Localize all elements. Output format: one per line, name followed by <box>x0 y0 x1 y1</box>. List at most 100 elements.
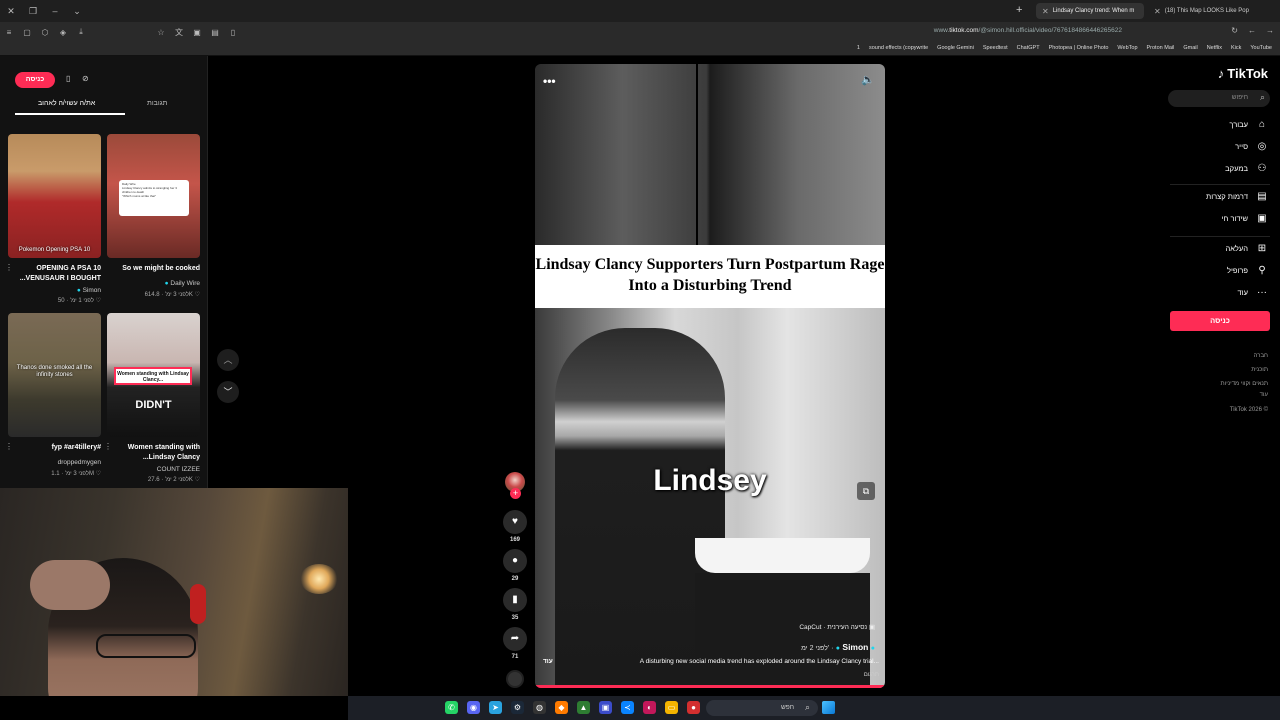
video-author[interactable]: ● Daily Wire <box>165 280 200 287</box>
verified-icon: ● <box>164 280 169 287</box>
forward-icon[interactable]: → <box>1266 26 1274 35</box>
tab-youtube[interactable]: ✕ (18) This Map LOOKS Like Pop <box>1148 3 1258 19</box>
bookmark-item[interactable]: Google Gemini <box>937 45 974 51</box>
video-thumbnail[interactable]: Women standing with Lindsay Clancy... DI… <box>107 313 200 437</box>
bookmark-item[interactable]: Photopea | Online Photo <box>1049 45 1109 51</box>
close-tab-icon[interactable]: ✕ <box>1154 7 1161 16</box>
nav-following[interactable]: במעקב ⚇ <box>1225 163 1268 174</box>
bookmark-item[interactable]: WebTop <box>1117 45 1137 51</box>
video-thumbnail[interactable]: Daily Wire Lindsay Clancy admits to stran… <box>107 134 200 258</box>
shield-icon[interactable]: ◈ <box>54 28 72 37</box>
bookmark-item[interactable]: sound effects (copywrite <box>869 45 928 51</box>
save-button[interactable]: ▮ <box>503 588 527 612</box>
settings-icon[interactable]: ⊘ <box>82 74 89 83</box>
video-title[interactable]: Women standing with ...Lindsay Clancy <box>107 443 200 463</box>
video-title[interactable]: So we might be cooked <box>107 264 200 274</box>
download-icon[interactable]: ⤓ <box>72 27 90 37</box>
device-icon[interactable]: ▯ <box>66 74 70 83</box>
recorder-icon[interactable]: ● <box>687 701 700 714</box>
video-author[interactable]: לפני 2 ימ' · ● Simon ● <box>801 642 875 652</box>
file-explorer-icon[interactable]: ▭ <box>665 701 678 714</box>
description-more-link[interactable]: עוד <box>543 658 553 665</box>
footer-terms-link[interactable]: תנאים וקווי מדיניות <box>1221 381 1268 387</box>
bookmark-item[interactable]: YouTube <box>1250 45 1272 51</box>
app-green-icon[interactable]: ▲ <box>577 701 590 714</box>
star-icon[interactable]: ☆ <box>152 28 170 37</box>
video-title[interactable]: fyp #ar4tillery# <box>8 443 101 453</box>
tab-search-icon[interactable]: ⌄ <box>66 6 88 17</box>
music-disc-icon[interactable] <box>506 670 524 688</box>
whatsapp-icon[interactable]: ✆ <box>445 701 458 714</box>
tab-tiktok[interactable]: ✕ Lindsay Clancy trend: When m <box>1036 3 1144 19</box>
reload-icon[interactable]: ↻ <box>1231 26 1238 35</box>
close-tab-icon[interactable]: ✕ <box>1042 7 1049 16</box>
footer-company-link[interactable]: חברה <box>1254 353 1268 359</box>
panel-login-button[interactable]: כניסה <box>15 72 55 88</box>
translate-icon[interactable]: 文 <box>170 27 188 38</box>
reader-icon[interactable]: ▤ <box>206 28 224 37</box>
nav-live[interactable]: שידור חי ▣ <box>1221 213 1268 224</box>
nav-explore[interactable]: סייר ◎ <box>1235 141 1268 152</box>
new-tab-button[interactable]: + <box>1016 4 1022 16</box>
video-author[interactable]: ● Simon <box>77 287 101 294</box>
translate-link[interactable]: תרגום <box>864 672 879 678</box>
bookmark-item[interactable]: Proton Mail <box>1147 45 1175 51</box>
discord-icon[interactable]: ◉ <box>467 701 480 714</box>
app-orange-icon[interactable]: ◆ <box>555 701 568 714</box>
app-blue-icon[interactable]: ▣ <box>599 701 612 714</box>
screenshot-icon[interactable]: ▣ <box>188 28 206 37</box>
bookmark-item[interactable]: ChatGPT <box>1017 45 1040 51</box>
search-input[interactable]: חיפוש ⌕ <box>1168 90 1270 107</box>
frame-divider <box>696 64 698 245</box>
share-button[interactable]: ➦ <box>503 627 527 651</box>
video-thumbnail[interactable]: Pokemon Opening PSA 10 <box>8 134 101 258</box>
video-thumbnail[interactable]: Thanos done smoked all the infinity ston… <box>8 313 101 437</box>
picture-in-picture-icon[interactable]: ⧉ <box>857 482 875 500</box>
video-title[interactable]: OPENING A PSA 10 ...VENUSAUR I BOUGHT <box>8 264 101 284</box>
next-video-button[interactable]: ﹀ <box>217 381 239 403</box>
video-progress-bar[interactable] <box>535 685 885 688</box>
video-player[interactable]: Lindsay Clancy Supporters Turn Postpartu… <box>535 64 885 688</box>
tab-comments[interactable]: תגובות <box>147 100 167 107</box>
minimize-window-icon[interactable]: – <box>44 6 66 16</box>
more-options-icon[interactable]: ••• <box>543 74 556 88</box>
footer-program-link[interactable]: תוכנית <box>1251 367 1268 373</box>
bookmark-item[interactable]: Kick <box>1231 45 1241 51</box>
like-button[interactable]: ♥ <box>503 510 527 534</box>
capcut-label[interactable]: CapCut · נסיעה העירנית ▣ <box>799 623 875 631</box>
footer-more-link[interactable]: עוד <box>1260 392 1268 398</box>
menu-icon[interactable]: ≡ <box>0 28 18 37</box>
video-author[interactable]: COUNT IZZEE <box>157 466 200 473</box>
volume-icon[interactable]: 🔈 <box>861 73 875 86</box>
comment-button[interactable]: ● <box>503 549 527 573</box>
sidebar-login-button[interactable]: כניסה <box>1170 311 1270 331</box>
bookmark-item[interactable]: 1 <box>857 45 860 51</box>
taskbar-search-input[interactable]: חפש ⌕ <box>706 700 818 716</box>
nav-upload[interactable]: העלאה ⊞ <box>1225 243 1268 254</box>
tab-you-may-like[interactable]: את/ה עשוי/ה לאהוב <box>38 100 95 107</box>
obs-icon[interactable]: ◍ <box>533 701 546 714</box>
url-field[interactable]: www.tiktok.com/@simon.hill.official/vide… <box>934 27 1122 34</box>
follow-plus-icon[interactable]: + <box>510 488 521 499</box>
video-author[interactable]: droppedmygen <box>58 459 101 466</box>
nav-short-dramas[interactable]: דרמות קצרות ▤ <box>1206 191 1268 202</box>
vscode-icon[interactable]: ≺ <box>621 701 634 714</box>
windows-start-icon[interactable] <box>822 701 835 714</box>
bookmark-item[interactable]: Gmail <box>1183 45 1197 51</box>
extensions-icon[interactable]: ⬡ <box>36 28 54 37</box>
tiktok-logo[interactable]: ♪ TikTok <box>1218 66 1268 81</box>
nav-profile[interactable]: פרופיל ⚲ <box>1227 265 1268 276</box>
previous-video-button[interactable]: ︿ <box>217 349 239 371</box>
browser-icon[interactable]: ◐ <box>643 701 656 714</box>
telegram-icon[interactable]: ➤ <box>489 701 502 714</box>
close-window-icon[interactable]: ✕ <box>0 6 22 17</box>
back-icon[interactable]: ← <box>1248 26 1256 35</box>
nav-for-you[interactable]: עבורך ⌂ <box>1229 119 1268 130</box>
restore-window-icon[interactable]: ❐ <box>22 6 44 17</box>
bookmark-item[interactable]: Netflix <box>1207 45 1222 51</box>
steam-icon[interactable]: ⚙ <box>511 701 524 714</box>
bookmark-item[interactable]: Speedtest <box>983 45 1008 51</box>
nav-more[interactable]: עוד ··· <box>1238 287 1268 298</box>
sidebar-icon[interactable]: ▢ <box>18 28 36 37</box>
notes-icon[interactable]: ▯ <box>224 28 242 37</box>
